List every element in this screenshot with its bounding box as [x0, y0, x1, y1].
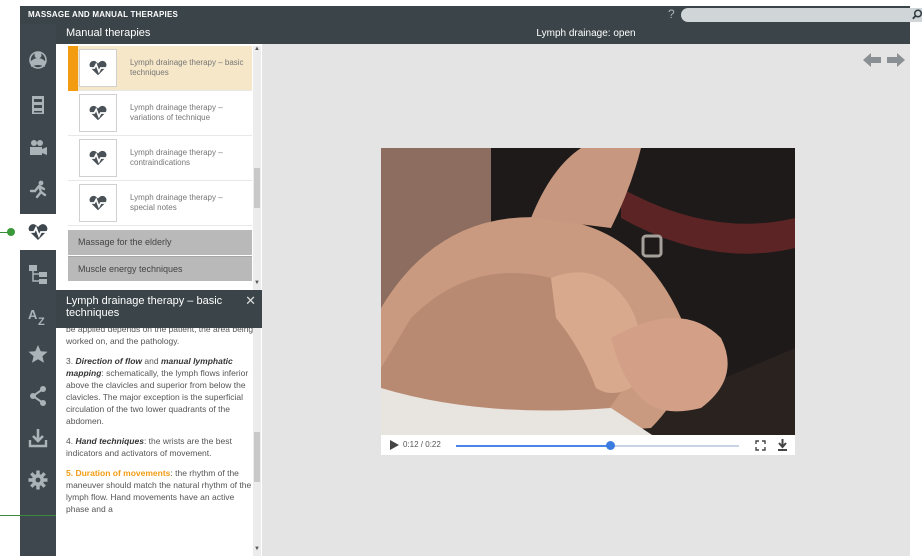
top-bar: MASSAGE AND MANUAL THERAPIES ?: [20, 6, 922, 24]
close-button[interactable]: ✕: [245, 294, 256, 307]
progress-fill: [456, 445, 611, 447]
scroll-down-icon[interactable]: ▼: [254, 280, 260, 286]
nav-arrows: [863, 53, 905, 67]
share-icon[interactable]: [20, 378, 56, 414]
detail-header: Lymph drainage therapy – basic technique…: [56, 290, 262, 328]
list-item-label: Lymph drainage therapy – basic technique…: [130, 58, 244, 77]
heartbeat-icon: [79, 49, 117, 87]
download-icon[interactable]: [20, 420, 56, 456]
arrow-left-icon[interactable]: [863, 53, 881, 67]
detail-title: Lymph drainage therapy – basic technique…: [66, 295, 223, 319]
video-player[interactable]: [381, 148, 795, 454]
list-panel-header: Manual therapies: [56, 24, 262, 44]
list-item[interactable]: Lymph drainage therapy – variations of t…: [68, 91, 252, 136]
running-person-icon[interactable]: [20, 172, 56, 208]
svg-text:Z: Z: [38, 316, 45, 327]
fullscreen-icon[interactable]: [755, 440, 766, 451]
paragraph: 5. Duration of movements: the rhythm of …: [66, 468, 252, 514]
video-frame: [381, 148, 795, 454]
search-input[interactable]: [681, 8, 922, 22]
scrollbar-thumb[interactable]: [254, 432, 260, 482]
app-window: MASSAGE AND MANUAL THERAPIES ? A Z Manua…: [0, 0, 922, 560]
a-z-index-icon[interactable]: AZ: [20, 298, 56, 334]
hierarchy-icon[interactable]: [20, 256, 56, 292]
pointer-line: [0, 515, 62, 516]
pointer-dot: [7, 228, 15, 236]
selected-indicator: [68, 46, 78, 91]
list-item-label: Lymph drainage therapy – contraindicatio…: [130, 148, 223, 167]
list-item[interactable]: Lymph drainage therapy – special notes: [68, 181, 252, 226]
settings-gear-icon[interactable]: [20, 462, 56, 498]
progress-handle[interactable]: [605, 441, 615, 450]
heartbeat-icon: [79, 94, 117, 132]
arrow-right-icon[interactable]: [887, 53, 905, 67]
video-camera-icon[interactable]: [20, 130, 56, 166]
list-item[interactable]: Lymph drainage therapy – contraindicatio…: [68, 136, 252, 181]
book-icon[interactable]: [20, 87, 56, 123]
heartbeat-icon: [79, 139, 117, 177]
list-item[interactable]: Lymph drainage therapy – basic technique…: [68, 46, 252, 91]
paragraph: 3. Direction of flow and manual lymphati…: [66, 356, 249, 426]
list-item-label: Lymph drainage therapy – special notes: [130, 193, 223, 212]
category-massage-elderly[interactable]: Massage for the elderly: [68, 230, 252, 255]
search-icon[interactable]: [911, 8, 922, 21]
anatomy-icon[interactable]: [20, 42, 56, 78]
star-icon[interactable]: [20, 336, 56, 372]
play-icon[interactable]: [390, 440, 399, 450]
app-title: MASSAGE AND MANUAL THERAPIES: [28, 10, 179, 19]
heartbeat-icon[interactable]: [20, 214, 56, 250]
svg-text:A: A: [28, 307, 38, 322]
scrollbar-thumb[interactable]: [254, 168, 260, 208]
video-time: 0:12 / 0:22: [403, 440, 441, 449]
list-item-label: Lymph drainage therapy – variations of t…: [130, 103, 223, 122]
download-icon[interactable]: [777, 439, 788, 451]
video-controls: 0:12 / 0:22: [381, 435, 795, 455]
detail-text: be applied depends on the patient, the a…: [66, 328, 254, 523]
category-muscle-energy[interactable]: Muscle energy techniques: [68, 256, 252, 281]
detail-scrollbar[interactable]: ▼: [253, 328, 261, 556]
main-header: Lymph drainage: open: [262, 24, 910, 44]
topic-list: Lymph drainage therapy – basic technique…: [68, 46, 252, 226]
icon-sidebar: AZ: [20, 24, 56, 556]
detail-body: be applied depends on the patient, the a…: [56, 328, 262, 556]
scroll-down-icon[interactable]: ▼: [254, 546, 260, 552]
list-scrollbar[interactable]: ▲ ▼: [253, 46, 261, 290]
scroll-up-icon[interactable]: ▲: [254, 46, 260, 52]
heartbeat-icon: [79, 184, 117, 222]
paragraph: 4. Hand techniques: the wrists are the b…: [66, 436, 232, 458]
help-button[interactable]: ?: [668, 7, 675, 21]
paragraph: be applied depends on the patient, the a…: [66, 328, 254, 346]
